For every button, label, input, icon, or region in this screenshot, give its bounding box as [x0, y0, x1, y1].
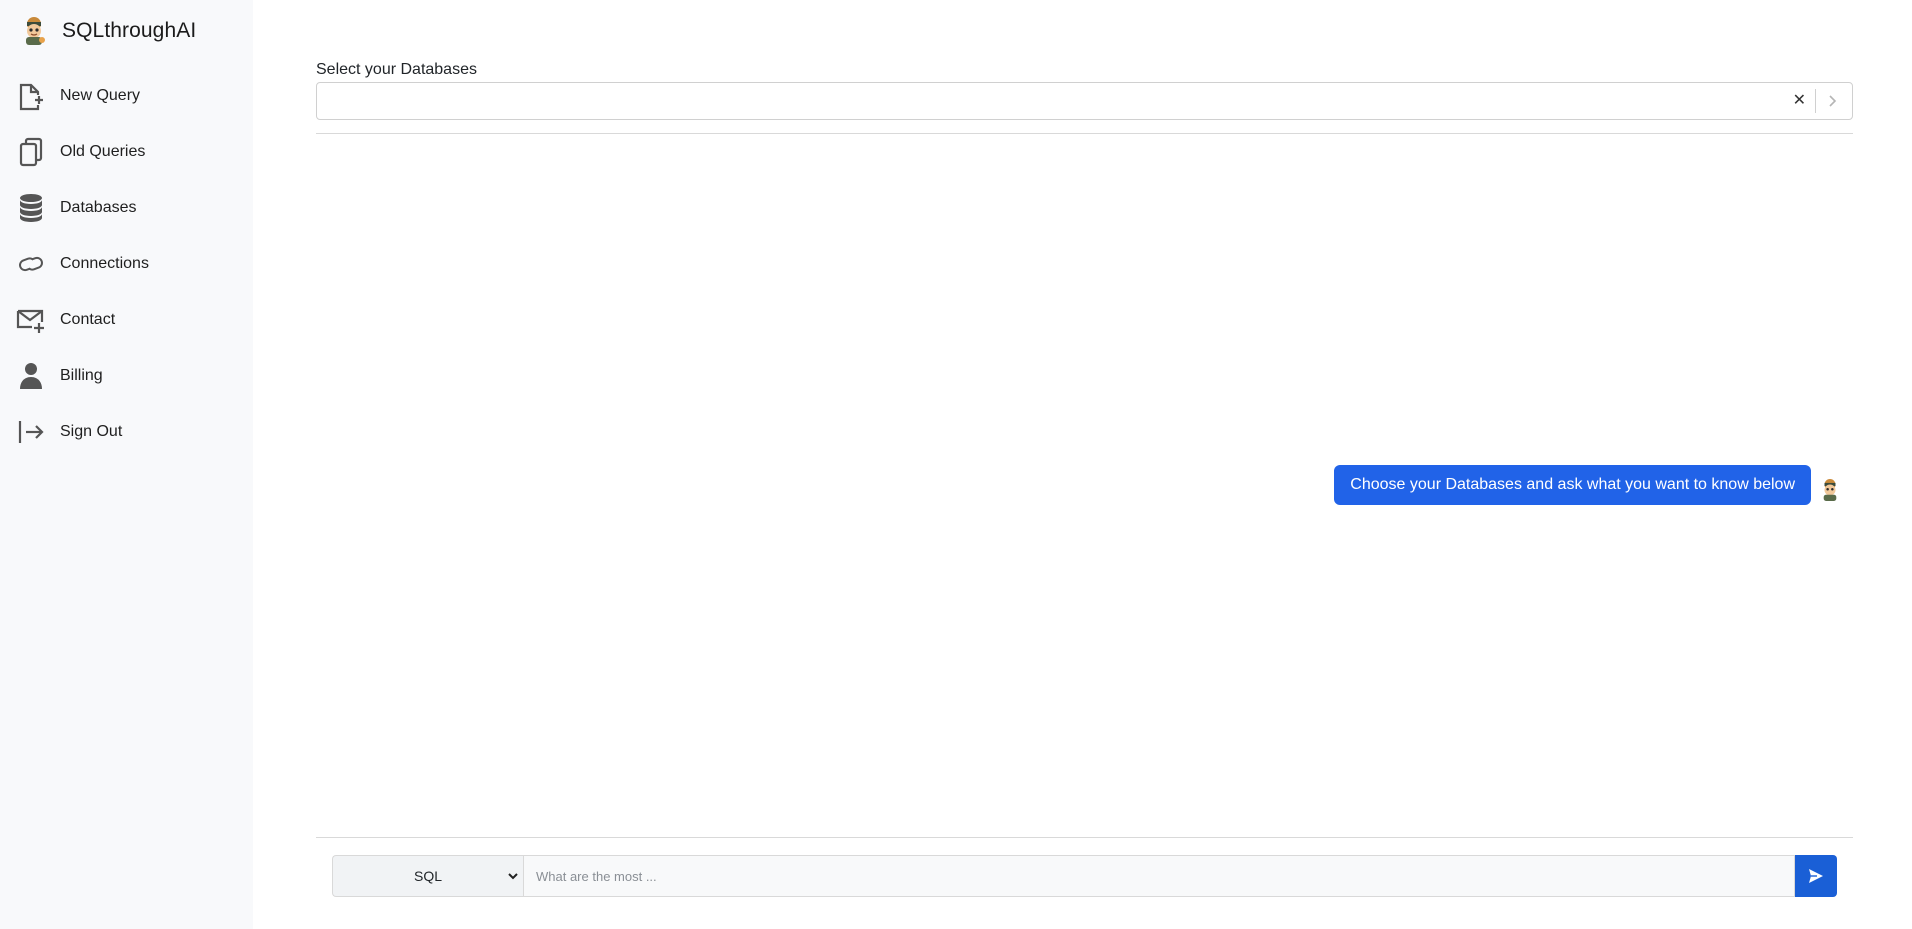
sidebar-item-label: Connections	[60, 255, 149, 272]
sidebar-item-label: Sign Out	[60, 423, 123, 440]
divider	[316, 133, 1853, 134]
brand[interactable]: SQLthroughAI	[20, 14, 196, 48]
sidebar-nav: New Query Old Queries Databases Connecti…	[0, 68, 253, 460]
sidebar-item-label: Billing	[60, 367, 103, 384]
divider	[316, 837, 1853, 838]
envelope-plus-icon	[16, 305, 46, 335]
message-bubble: Choose your Databases and ask what you w…	[1334, 465, 1811, 505]
sidebar-item-contact[interactable]: Contact	[0, 292, 253, 348]
app-root: SQLthroughAI New Query Old Queries Datab…	[0, 0, 1912, 929]
file-plus-icon	[16, 81, 46, 111]
sidebar-item-billing[interactable]: Billing	[0, 348, 253, 404]
sidebar: SQLthroughAI New Query Old Queries Datab…	[0, 0, 253, 929]
chevron-down-icon	[508, 873, 518, 880]
sidebar-item-sign-out[interactable]: Sign Out	[0, 404, 253, 460]
sidebar-item-label: Old Queries	[60, 143, 146, 160]
database-multiselect[interactable]: ✕	[316, 82, 1853, 120]
chevron-right-icon[interactable]	[1824, 89, 1842, 113]
person-icon	[16, 361, 46, 391]
sidebar-item-new-query[interactable]: New Query	[0, 68, 253, 124]
query-composer: SQL	[332, 855, 1837, 897]
link-icon	[16, 249, 46, 279]
sidebar-item-label: Databases	[60, 199, 137, 216]
main-content: Select your Databases ✕ Choose your Data…	[316, 0, 1853, 929]
sidebar-item-label: New Query	[60, 87, 141, 104]
divider	[1815, 89, 1816, 113]
brand-title: SQLthroughAI	[62, 19, 197, 42]
box-arrow-right-icon	[16, 417, 46, 447]
send-icon	[1809, 869, 1823, 883]
sidebar-item-label: Contact	[60, 311, 116, 328]
sidebar-item-databases[interactable]: Databases	[0, 180, 253, 236]
clear-icon[interactable]: ✕	[1793, 91, 1806, 111]
sidebar-item-connections[interactable]: Connections	[0, 236, 253, 292]
files-icon	[16, 137, 46, 167]
chat-message: Choose your Databases and ask what you w…	[1334, 465, 1841, 505]
mascot-avatar-icon	[26, 17, 45, 45]
database-icon	[16, 193, 46, 223]
language-select-value: SQL	[413, 868, 442, 884]
mascot-avatar-icon	[1823, 479, 1837, 501]
sidebar-item-old-queries[interactable]: Old Queries	[0, 124, 253, 180]
db-select-label: Select your Databases	[316, 61, 477, 78]
query-input[interactable]	[523, 855, 1795, 897]
send-button[interactable]	[1795, 855, 1837, 897]
language-select[interactable]: SQL	[332, 855, 523, 897]
